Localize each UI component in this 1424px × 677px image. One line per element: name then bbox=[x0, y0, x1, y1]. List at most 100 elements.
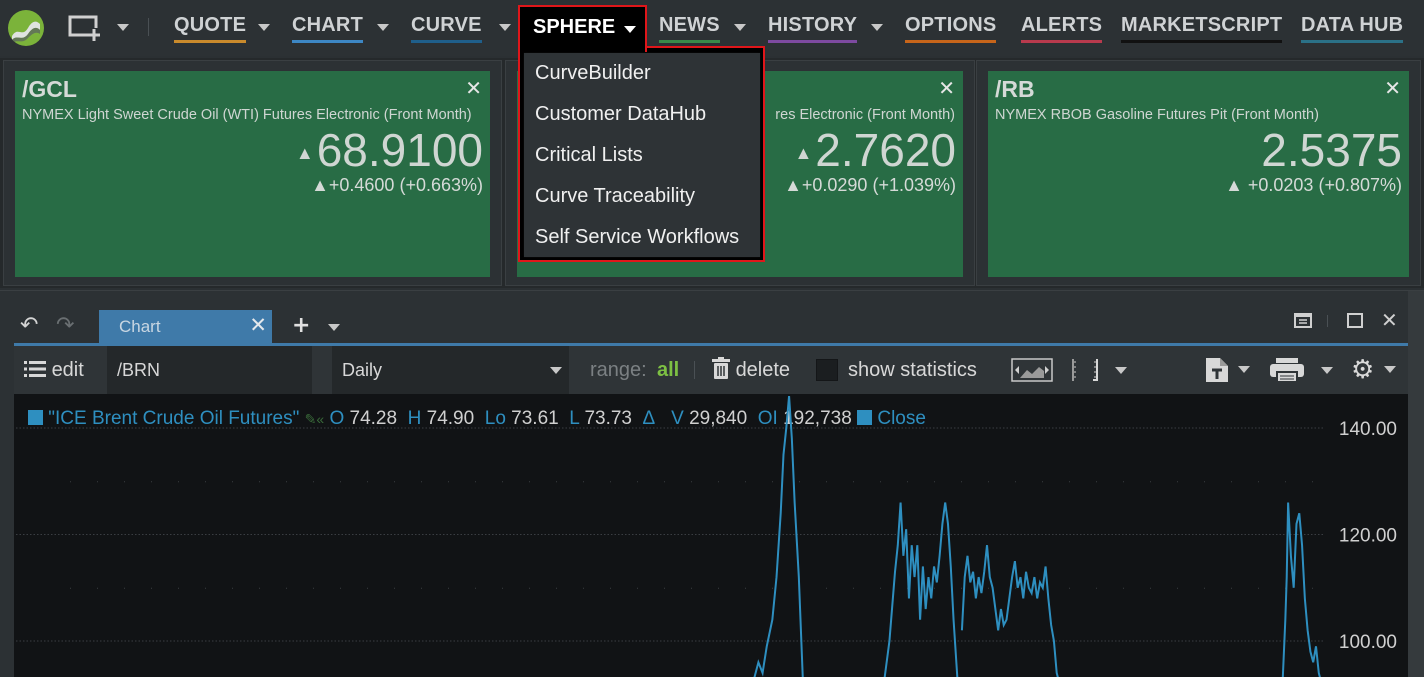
grid-dot bbox=[205, 587, 206, 589]
grid-dot bbox=[448, 481, 449, 483]
show-statistics-checkbox[interactable] bbox=[816, 359, 838, 381]
menu-item-curvebuilder[interactable]: CurveBuilder bbox=[524, 53, 760, 94]
grid-dot bbox=[1177, 587, 1178, 589]
history-menu-caret-icon[interactable] bbox=[871, 24, 883, 31]
edit-label: edit bbox=[51, 359, 84, 381]
grid-dot bbox=[259, 587, 260, 589]
nav-alerts[interactable]: ALERTS bbox=[1021, 14, 1103, 43]
close-price-line bbox=[883, 502, 959, 677]
settings-caret-icon[interactable] bbox=[1384, 366, 1396, 373]
card-price-value: 68.9100 bbox=[316, 124, 483, 176]
grid-dot bbox=[151, 587, 152, 589]
close-panel-icon[interactable]: ✕ bbox=[1381, 308, 1398, 332]
grid-dot bbox=[637, 481, 638, 483]
grid-dot bbox=[286, 481, 287, 483]
panel-right-scrollbar[interactable] bbox=[1408, 291, 1424, 677]
maximize-icon[interactable] bbox=[1347, 313, 1363, 332]
grid-dot bbox=[1123, 481, 1124, 483]
settings-gear-icon[interactable]: ⚙ bbox=[1351, 357, 1374, 383]
nav-marketscript[interactable]: MARKETSCRIPT bbox=[1121, 14, 1283, 43]
export-caret-icon[interactable] bbox=[1238, 366, 1250, 373]
app-logo-icon[interactable] bbox=[8, 10, 44, 46]
restore-window-icon[interactable] bbox=[1294, 313, 1312, 332]
redo-icon[interactable]: ↷ bbox=[56, 313, 74, 338]
range-value-link[interactable]: all bbox=[657, 346, 679, 394]
new-window-icon[interactable] bbox=[68, 14, 102, 42]
quote-card-gcl[interactable]: /GCL ✕ NYMEX Light Sweet Crude Oil (WTI)… bbox=[15, 71, 490, 277]
grid-dot bbox=[1204, 587, 1205, 589]
price-chart[interactable]: 140.00 120.00 100.00 bbox=[14, 394, 1408, 677]
grid-dot bbox=[475, 587, 476, 589]
symbol-input[interactable]: /BRN bbox=[107, 346, 312, 394]
grid-dot bbox=[745, 481, 746, 483]
print-icon[interactable] bbox=[1270, 358, 1304, 386]
quote-menu-caret-icon[interactable] bbox=[258, 24, 270, 31]
sphere-menu-caret-icon[interactable] bbox=[624, 26, 636, 33]
grid-dot bbox=[664, 481, 665, 483]
nav-chart[interactable]: CHART bbox=[292, 14, 363, 43]
period-value: Daily bbox=[342, 360, 383, 380]
print-caret-icon[interactable] bbox=[1321, 367, 1333, 374]
nav-news[interactable]: NEWS bbox=[659, 14, 720, 43]
nav-history[interactable]: HISTORY bbox=[768, 14, 858, 43]
grid-dot bbox=[556, 481, 557, 483]
grid-dot bbox=[97, 587, 98, 589]
grid-dot bbox=[70, 481, 71, 483]
card-close-icon[interactable]: ✕ bbox=[938, 76, 955, 100]
grid-dot bbox=[151, 481, 152, 483]
close-price-line bbox=[753, 395, 804, 677]
nav-options-label: OPTIONS bbox=[905, 14, 997, 36]
edit-button[interactable]: edit bbox=[24, 346, 84, 394]
chart-area[interactable]: "ICE Brent Crude Oil Futures" ✎« O 74.28… bbox=[14, 394, 1408, 677]
menu-item-curve-traceability[interactable]: Curve Traceability bbox=[524, 176, 760, 217]
grid-dot bbox=[340, 481, 341, 483]
nav-options[interactable]: OPTIONS bbox=[905, 14, 997, 43]
grid-dot bbox=[1258, 587, 1259, 589]
nav-separator bbox=[148, 18, 149, 36]
menu-item-customer-datahub[interactable]: Customer DataHub bbox=[524, 94, 760, 135]
card-description: res Electronic (Front Month) bbox=[775, 107, 955, 123]
menu-item-self-service-workflows[interactable]: Self Service Workflows bbox=[524, 217, 760, 258]
close-price-line bbox=[960, 545, 1059, 677]
y-tick-label: 120.00 bbox=[1339, 526, 1397, 547]
grid-dot bbox=[1285, 481, 1286, 483]
grid-dot bbox=[394, 481, 395, 483]
card-price: 2.5375 bbox=[1261, 123, 1402, 177]
grid-dot bbox=[1069, 481, 1070, 483]
nav-curve[interactable]: CURVE bbox=[411, 14, 482, 43]
nav-sphere[interactable]: SPHERE bbox=[518, 5, 647, 52]
toolbar-separator bbox=[694, 361, 695, 379]
grid-dot bbox=[232, 481, 233, 483]
ruler-caret-icon[interactable] bbox=[1115, 367, 1127, 374]
trash-icon bbox=[712, 357, 730, 379]
nav-quote[interactable]: QUOTE bbox=[174, 14, 247, 43]
curve-menu-caret-icon[interactable] bbox=[499, 24, 511, 31]
show-statistics-label[interactable]: show statistics bbox=[848, 346, 977, 394]
nav-underline bbox=[1301, 40, 1404, 43]
nav-data-hub[interactable]: DATA HUB bbox=[1301, 14, 1404, 43]
export-file-icon[interactable] bbox=[1206, 358, 1228, 386]
undo-icon[interactable]: ↶ bbox=[20, 313, 38, 338]
news-menu-caret-icon[interactable] bbox=[734, 24, 746, 31]
y-tick-label: 100.00 bbox=[1339, 632, 1397, 653]
add-tab-icon[interactable]: + bbox=[292, 313, 310, 338]
menu-item-critical-lists[interactable]: Critical Lists bbox=[524, 135, 760, 176]
grid-dot bbox=[718, 587, 719, 589]
period-select[interactable]: Daily bbox=[332, 346, 569, 394]
new-window-caret-icon[interactable] bbox=[117, 24, 129, 31]
chart-menu-caret-icon[interactable] bbox=[377, 24, 389, 31]
grid-dot bbox=[691, 587, 692, 589]
ruler-icon[interactable] bbox=[1071, 358, 1099, 386]
add-tab-caret-icon[interactable] bbox=[328, 324, 340, 331]
quote-card-rb[interactable]: /RB ✕ NYMEX RBOB Gasoline Futures Pit (F… bbox=[988, 71, 1409, 277]
card-close-icon[interactable]: ✕ bbox=[1384, 76, 1401, 100]
grid-dot bbox=[421, 481, 422, 483]
grid-dot bbox=[1204, 481, 1205, 483]
grid-dot bbox=[1231, 481, 1232, 483]
tab-close-icon[interactable]: ✕ bbox=[249, 313, 267, 337]
card-description: NYMEX Light Sweet Crude Oil (WTI) Future… bbox=[22, 107, 472, 123]
card-close-icon[interactable]: ✕ bbox=[465, 76, 482, 100]
tab-chart[interactable]: Chart ✕ bbox=[99, 310, 272, 343]
chart-zoom-fit-icon[interactable] bbox=[1011, 358, 1053, 386]
delete-button[interactable]: delete bbox=[712, 346, 790, 394]
